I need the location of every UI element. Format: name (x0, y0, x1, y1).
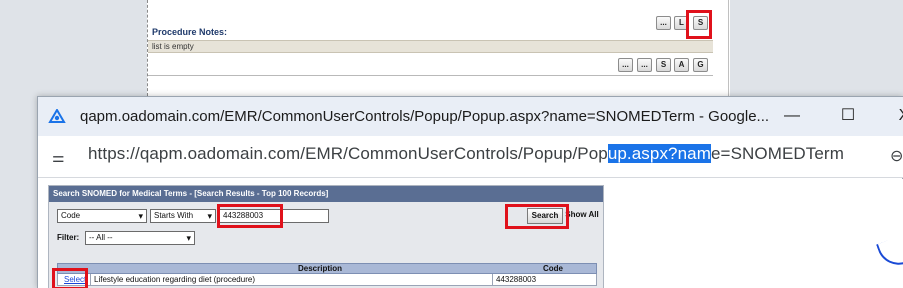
divider-line (148, 75, 713, 76)
field-select-value: Code (61, 211, 81, 220)
maximize-button[interactable]: ☐ (828, 103, 868, 129)
procedure-notes-label: Procedure Notes: (152, 27, 228, 37)
highlight-s-button (686, 10, 712, 39)
chevron-down-icon: ▾ (186, 233, 191, 243)
highlight-search-button (505, 204, 569, 229)
table-row: Select Lifestyle education regarding die… (57, 274, 597, 286)
address-bar[interactable]: ⚌ https://qapm.oadomain.com/EMR/CommonUs… (38, 136, 903, 178)
zoom-icon[interactable]: ⊖ (890, 146, 903, 166)
url-selected-text: up.aspx?nam (607, 144, 711, 163)
chevron-down-icon: ▾ (138, 211, 143, 221)
search-panel-header: Search SNOMED for Medical Terms - [Searc… (49, 186, 603, 202)
procedure-notes-list: list is empty (148, 40, 713, 53)
window-title: qapm.oadomain.com/EMR/CommonUserControls… (80, 108, 770, 125)
filter-select[interactable]: -- All -- ▾ (85, 231, 195, 245)
highlight-search-input (217, 204, 283, 228)
popup-content: Search SNOMED for Medical Terms - [Searc… (38, 179, 903, 288)
ellipsis-button[interactable]: ... (656, 16, 671, 30)
g-button[interactable]: G (693, 58, 708, 72)
filter-select-value: -- All -- (89, 233, 113, 242)
filter-label: Filter: (57, 233, 80, 242)
results-table-header: Description Code (57, 263, 597, 274)
highlight-select-link (52, 268, 88, 288)
field-select[interactable]: Code ▾ (57, 209, 147, 223)
row-description: Lifestyle education regarding diet (proc… (94, 275, 255, 284)
show-all-button[interactable]: Show All (565, 208, 599, 224)
snomed-search-panel: Search SNOMED for Medical Terms - [Searc… (48, 185, 604, 288)
column-divider (492, 274, 493, 285)
ellipsis-button-3[interactable]: ... (637, 58, 652, 72)
match-select-value: Starts With (154, 211, 194, 220)
background-emr-page: Procedure Notes: list is empty ... L S .… (0, 0, 903, 96)
a-button[interactable]: A (674, 58, 689, 72)
panel-divider (728, 0, 729, 96)
loading-arc (876, 235, 903, 271)
snomed-popup-window: qapm.oadomain.com/EMR/CommonUserControls… (37, 96, 903, 288)
match-select[interactable]: Starts With ▾ (150, 209, 216, 223)
url-prefix: https://qapm.oadomain.com/EMR/CommonUser… (88, 144, 608, 163)
close-button[interactable]: X (884, 103, 903, 129)
list-empty-text: list is empty (152, 42, 194, 51)
minimize-button[interactable]: — (772, 103, 812, 129)
tune-icon[interactable]: ⚌ (52, 149, 65, 166)
s-button[interactable]: S (656, 58, 671, 72)
chevron-down-icon: ▾ (207, 211, 212, 221)
url-suffix: e=SNOMEDTerm (710, 144, 844, 163)
screen: Procedure Notes: list is empty ... L S .… (0, 0, 903, 288)
window-titlebar[interactable]: qapm.oadomain.com/EMR/CommonUserControls… (38, 97, 903, 136)
column-header-code: Code (543, 264, 563, 273)
row-code: 443288003 (496, 275, 537, 284)
column-header-description: Description (298, 264, 343, 273)
column-divider (90, 274, 91, 285)
url-text[interactable]: https://qapm.oadomain.com/EMR/CommonUser… (88, 144, 844, 164)
app-icon (48, 109, 66, 123)
ellipsis-button-2[interactable]: ... (618, 58, 633, 72)
